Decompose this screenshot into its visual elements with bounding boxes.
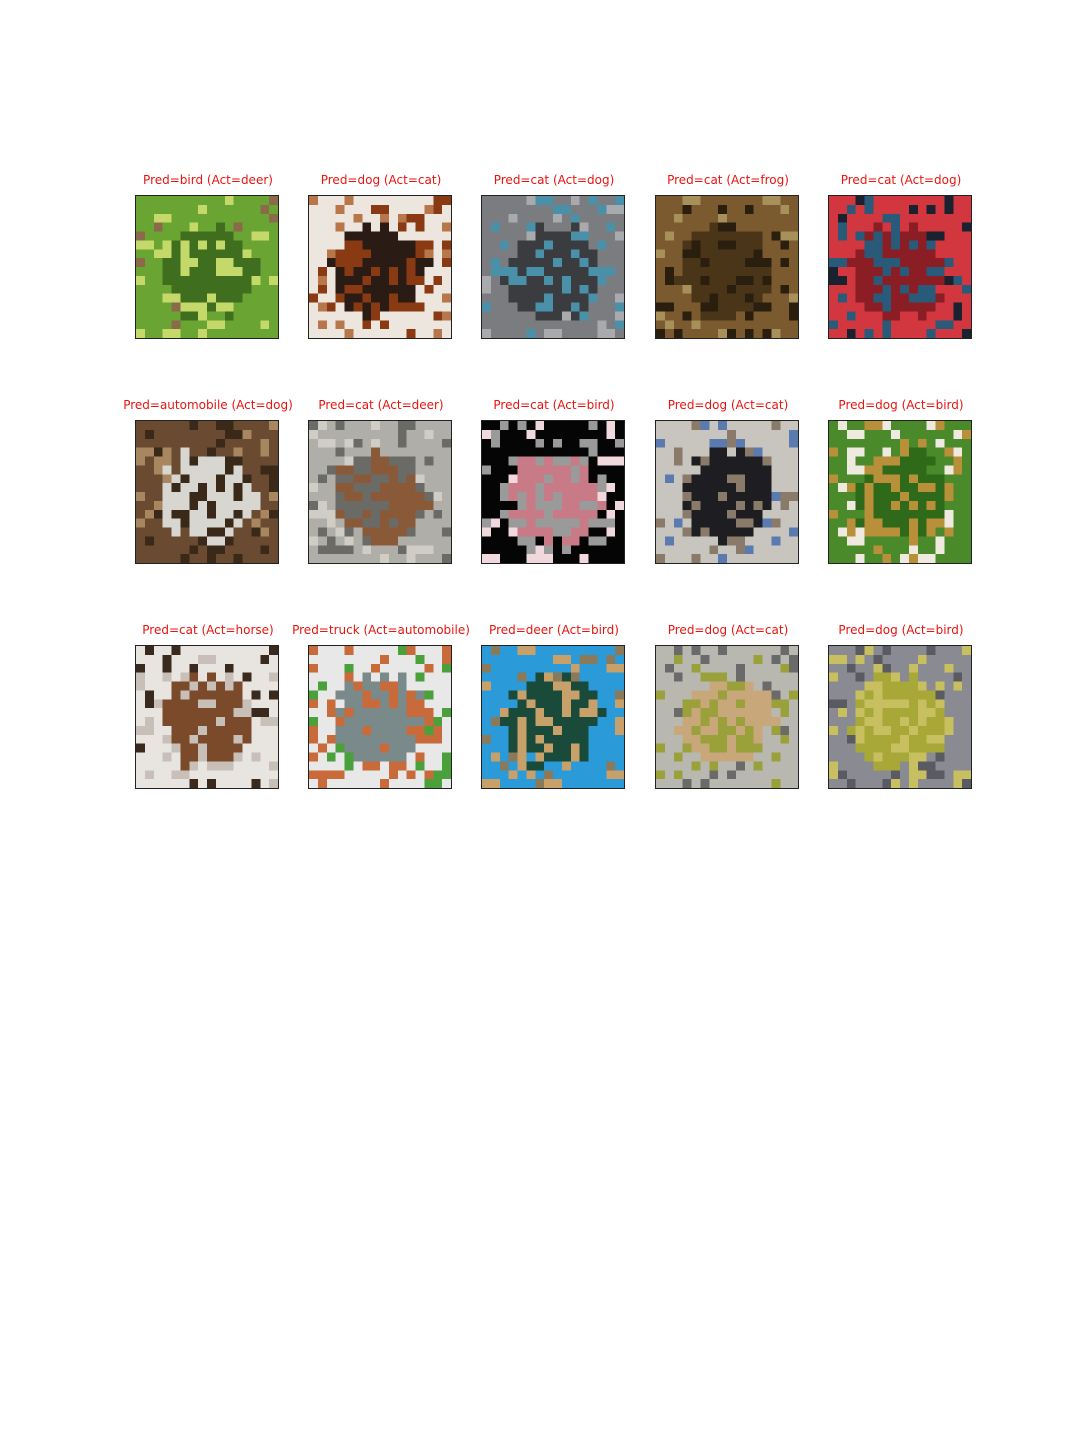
pixel-image — [656, 646, 798, 788]
sample-cell: Pred=cat (Act=dog) — [454, 170, 654, 340]
sample-image — [135, 195, 279, 339]
prediction-caption: Pred=dog (Act=cat) — [320, 173, 442, 187]
sample-cell: Pred=dog (Act=bird) — [801, 395, 1001, 565]
pixel-image — [136, 196, 278, 338]
pixel-image — [482, 421, 624, 563]
sample-image — [655, 420, 799, 564]
prediction-caption: Pred=dog (Act=cat) — [667, 623, 789, 637]
sample-cell: Pred=dog (Act=cat) — [281, 170, 481, 340]
prediction-caption: Pred=dog (Act=cat) — [667, 398, 789, 412]
sample-image — [308, 645, 452, 789]
prediction-caption: Pred=automobile (Act=dog) — [123, 398, 293, 412]
prediction-caption: Pred=bird (Act=deer) — [143, 173, 273, 187]
sample-image — [655, 645, 799, 789]
prediction-caption: Pred=cat (Act=deer) — [318, 398, 444, 412]
sample-image — [828, 420, 972, 564]
pixel-image — [309, 196, 451, 338]
sample-cell: Pred=truck (Act=automobile) — [281, 620, 481, 790]
sample-image — [135, 645, 279, 789]
pixel-image — [829, 196, 971, 338]
sample-cell: Pred=cat (Act=deer) — [281, 395, 481, 565]
pixel-image — [656, 421, 798, 563]
prediction-caption: Pred=cat (Act=dog) — [840, 173, 962, 187]
pixel-image — [482, 646, 624, 788]
prediction-caption: Pred=deer (Act=bird) — [489, 623, 619, 637]
sample-cell: Pred=cat (Act=bird) — [454, 395, 654, 565]
sample-cell: Pred=automobile (Act=dog) — [108, 395, 308, 565]
sample-image — [308, 420, 452, 564]
pixel-image — [829, 421, 971, 563]
pixel-image — [309, 421, 451, 563]
prediction-caption: Pred=dog (Act=bird) — [838, 623, 964, 637]
pixel-image — [136, 421, 278, 563]
sample-cell: Pred=cat (Act=horse) — [108, 620, 308, 790]
sample-cell: Pred=bird (Act=deer) — [108, 170, 308, 340]
pixel-image — [656, 196, 798, 338]
prediction-caption: Pred=dog (Act=bird) — [838, 398, 964, 412]
sample-image — [828, 195, 972, 339]
sample-cell: Pred=dog (Act=cat) — [628, 395, 828, 565]
sample-cell: Pred=cat (Act=dog) — [801, 170, 1001, 340]
sample-cell: Pred=deer (Act=bird) — [454, 620, 654, 790]
sample-image — [481, 420, 625, 564]
prediction-caption: Pred=cat (Act=frog) — [667, 173, 789, 187]
pixel-image — [309, 646, 451, 788]
sample-image — [655, 195, 799, 339]
sample-cell: Pred=cat (Act=frog) — [628, 170, 828, 340]
sample-image — [135, 420, 279, 564]
pixel-image — [829, 646, 971, 788]
pixel-image — [136, 646, 278, 788]
prediction-grid: Pred=bird (Act=deer) Pred=dog (Act=cat) Pr… — [0, 0, 1080, 1440]
sample-image — [481, 645, 625, 789]
pixel-image — [482, 196, 624, 338]
prediction-caption: Pred=cat (Act=bird) — [493, 398, 615, 412]
sample-image — [481, 195, 625, 339]
prediction-caption: Pred=truck (Act=automobile) — [292, 623, 470, 637]
prediction-caption: Pred=cat (Act=horse) — [142, 623, 274, 637]
sample-cell: Pred=dog (Act=bird) — [801, 620, 1001, 790]
sample-cell: Pred=dog (Act=cat) — [628, 620, 828, 790]
sample-image — [828, 645, 972, 789]
prediction-caption: Pred=cat (Act=dog) — [493, 173, 615, 187]
sample-image — [308, 195, 452, 339]
